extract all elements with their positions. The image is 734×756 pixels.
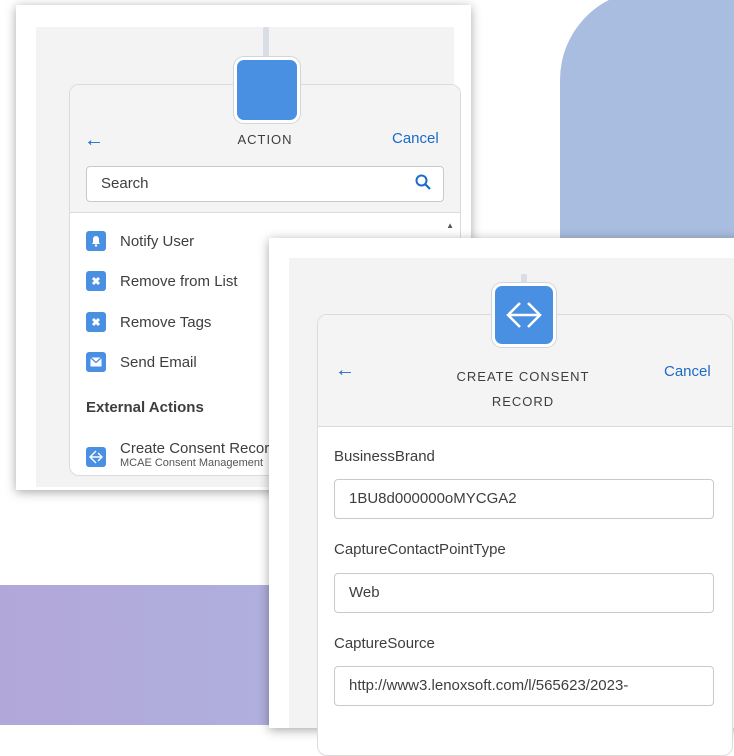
list-item-label: Notify User [120, 232, 195, 250]
consent-panel: ← CREATE CONSENT RECORD Cancel BusinessB… [317, 314, 733, 756]
list-item-label: Create Consent Record [120, 440, 278, 457]
background-shape-top-right [560, 0, 734, 250]
list-item-send-email[interactable]: Send Email [86, 350, 197, 374]
search-icon[interactable] [415, 174, 431, 195]
search-placeholder: Search [101, 175, 149, 192]
list-item-label: Remove from List [120, 272, 238, 290]
field-label-capture-contact-point-type: CaptureContactPointType [334, 541, 506, 558]
field-label-capture-source: CaptureSource [334, 635, 435, 652]
action-node[interactable] [234, 57, 300, 123]
cancel-button[interactable]: Cancel [664, 363, 711, 380]
split-arrows-icon [86, 447, 106, 467]
flow-canvas: ← CREATE CONSENT RECORD Cancel BusinessB… [289, 258, 734, 756]
business-brand-input[interactable]: 1BU8d000000oMYCGA2 [334, 479, 714, 519]
action-panel-title: ACTION [237, 132, 293, 147]
split-arrows-icon [506, 302, 542, 328]
x-icon: ✖ [86, 312, 106, 332]
envelope-icon [86, 352, 106, 372]
search-input[interactable]: Search [86, 166, 444, 202]
title-line-1: CREATE CONSENT [456, 369, 590, 384]
list-item-sublabel: MCAE Consent Management [120, 457, 264, 469]
arrow-left-icon[interactable]: ← [335, 359, 355, 382]
create-consent-record-node[interactable] [492, 283, 556, 347]
title-line-2: RECORD [491, 394, 555, 409]
scroll-up-icon[interactable]: ▲ [446, 221, 454, 230]
field-label-business-brand: BusinessBrand [334, 448, 435, 465]
capture-source-value: http://www3.lenoxsoft.com/l/565623/2023- [349, 677, 629, 694]
capture-contact-point-type-input[interactable]: Web [334, 573, 714, 613]
consent-panel-title: CREATE CONSENT RECORD [428, 364, 618, 414]
list-item-create-consent-record[interactable]: Create Consent Record MCAE Consent Manag… [86, 440, 278, 474]
list-item-remove-tags[interactable]: ✖ Remove Tags [86, 310, 211, 334]
consent-screenshot-card: ← CREATE CONSENT RECORD Cancel BusinessB… [269, 238, 734, 756]
x-icon: ✖ [86, 271, 106, 291]
bell-icon [86, 231, 106, 251]
arrow-left-icon[interactable]: ← [84, 129, 104, 152]
capture-contact-point-type-value: Web [349, 584, 380, 601]
capture-source-input[interactable]: http://www3.lenoxsoft.com/l/565623/2023- [334, 666, 714, 706]
list-item-label: Remove Tags [120, 313, 212, 331]
list-item-label: Send Email [120, 353, 197, 371]
list-item-remove-from-list[interactable]: ✖ Remove from List [86, 269, 238, 293]
business-brand-value: 1BU8d000000oMYCGA2 [349, 490, 517, 507]
list-item-notify-user[interactable]: Notify User [86, 229, 194, 253]
cancel-button[interactable]: Cancel [392, 130, 439, 147]
section-heading: External Actions [86, 399, 204, 416]
